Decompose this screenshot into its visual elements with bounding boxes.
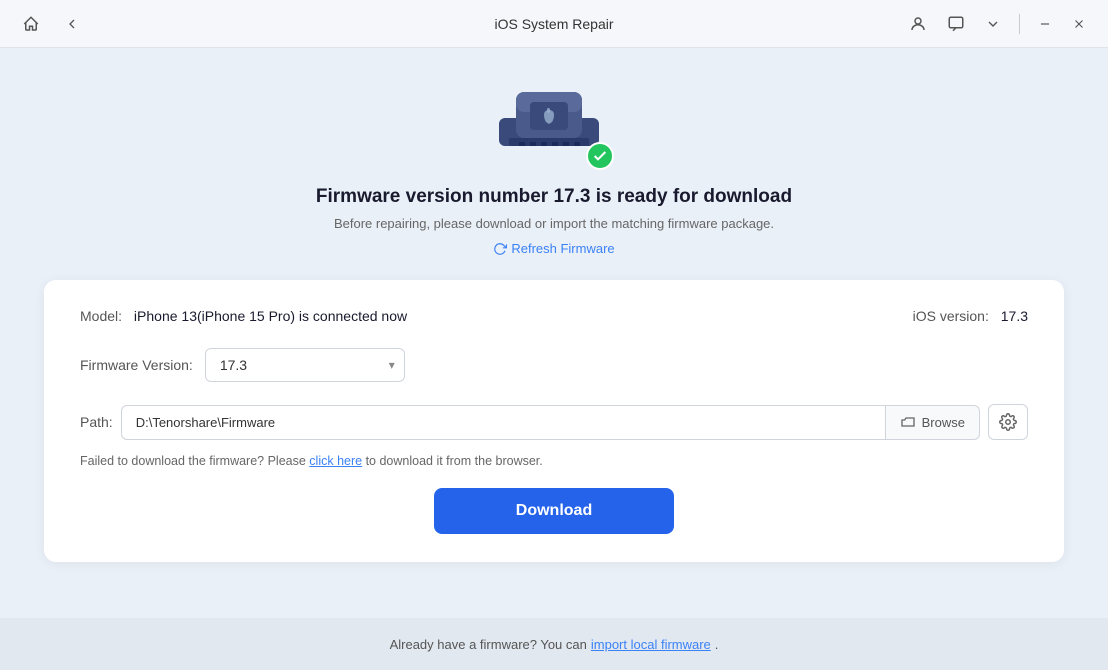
chat-button[interactable] bbox=[941, 11, 971, 37]
import-firmware-link[interactable]: import local firmware bbox=[591, 637, 711, 652]
device-icon-wrapper bbox=[494, 80, 614, 170]
path-label: Path: bbox=[80, 414, 113, 430]
titlebar: iOS System Repair bbox=[0, 0, 1108, 48]
titlebar-left bbox=[16, 11, 86, 37]
chevron-button[interactable] bbox=[979, 12, 1007, 36]
settings-button[interactable] bbox=[988, 404, 1028, 440]
gear-icon bbox=[999, 413, 1017, 431]
firmware-version-row: Firmware Version: 17.3 ▾ bbox=[80, 348, 1028, 382]
ios-info: iOS version: 17.3 bbox=[913, 308, 1028, 324]
main-content: Firmware version number 17.3 is ready fo… bbox=[0, 48, 1108, 618]
path-row: Path: Browse bbox=[80, 404, 1028, 440]
hero-section: Firmware version number 17.3 is ready fo… bbox=[316, 80, 792, 256]
model-ios-row: Model: iPhone 13(iPhone 15 Pro) is conne… bbox=[80, 308, 1028, 324]
back-button[interactable] bbox=[58, 12, 86, 36]
hero-title: Firmware version number 17.3 is ready fo… bbox=[316, 186, 792, 208]
firmware-card: Model: iPhone 13(iPhone 15 Pro) is conne… bbox=[44, 280, 1064, 562]
home-button[interactable] bbox=[16, 11, 46, 37]
download-button[interactable]: Download bbox=[434, 488, 674, 534]
check-badge bbox=[586, 142, 614, 170]
close-button[interactable] bbox=[1066, 13, 1092, 35]
app-title: iOS System Repair bbox=[494, 16, 613, 32]
firmware-version-label: Firmware Version: bbox=[80, 357, 193, 373]
firmware-select-wrapper: 17.3 ▾ bbox=[205, 348, 405, 382]
firmware-version-select[interactable]: 17.3 bbox=[205, 348, 405, 382]
ios-value: 17.3 bbox=[1001, 308, 1028, 324]
browse-button[interactable]: Browse bbox=[886, 405, 980, 440]
path-input-wrapper: Browse bbox=[121, 405, 980, 440]
footer: Already have a firmware? You can import … bbox=[0, 618, 1108, 670]
hero-subtitle: Before repairing, please download or imp… bbox=[334, 216, 774, 231]
refresh-icon bbox=[493, 242, 507, 256]
ios-label: iOS version: bbox=[913, 308, 989, 324]
titlebar-separator bbox=[1019, 14, 1020, 34]
browser-download-link[interactable]: click here bbox=[309, 454, 362, 468]
refresh-firmware-link[interactable]: Refresh Firmware bbox=[493, 241, 614, 256]
model-value: iPhone 13(iPhone 15 Pro) is connected no… bbox=[134, 308, 407, 324]
path-input[interactable] bbox=[121, 405, 886, 440]
footer-text: Already have a firmware? You can bbox=[390, 637, 587, 652]
titlebar-right bbox=[903, 11, 1092, 37]
minimize-button[interactable] bbox=[1032, 13, 1058, 35]
help-text: Failed to download the firmware? Please … bbox=[80, 454, 1028, 468]
folder-icon bbox=[900, 415, 916, 429]
model-label: Model: bbox=[80, 308, 122, 324]
footer-text-after: . bbox=[715, 637, 719, 652]
account-button[interactable] bbox=[903, 11, 933, 37]
device-chip-icon bbox=[494, 80, 604, 155]
model-info: Model: iPhone 13(iPhone 15 Pro) is conne… bbox=[80, 308, 407, 324]
